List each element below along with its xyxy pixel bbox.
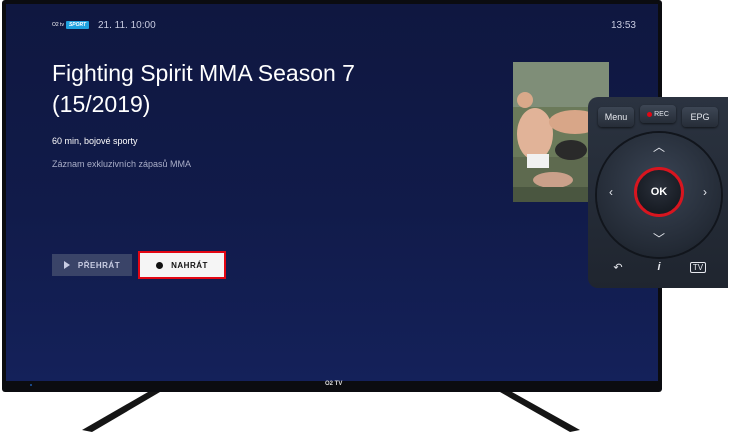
- remote-epg-button[interactable]: EPG: [682, 107, 718, 127]
- logo-sport: SPORT: [65, 21, 90, 29]
- remote-ok-button[interactable]: OK: [634, 167, 684, 217]
- program-title-line1: Fighting Spirit MMA Season 7: [52, 60, 355, 86]
- tv-brand-logo: O2 TV: [325, 381, 343, 387]
- tv-icon: TV: [689, 261, 707, 273]
- remote-rec-dot-icon: [647, 111, 653, 117]
- tv-frame: O2 tv SPORT 21. 11. 10:00 13:53 Fighting…: [2, 0, 662, 392]
- remote-back-button[interactable]: ↶: [604, 257, 632, 277]
- info-icon: i: [657, 261, 661, 273]
- record-button[interactable]: NAHRÁT: [138, 251, 226, 279]
- dpad-right-icon[interactable]: ›: [703, 186, 707, 198]
- record-button-label: NAHRÁT: [171, 260, 208, 270]
- back-arrow-icon: ↶: [613, 261, 623, 274]
- remote-rec-label: REC: [654, 110, 669, 118]
- play-icon: [63, 261, 70, 269]
- record-dot-icon: [156, 261, 164, 269]
- remote-control: Menu REC EPG ︿ ﹀ ‹ › OK ↶ i TV: [588, 97, 728, 288]
- program-title-line2: (15/2019): [52, 91, 151, 117]
- dpad-up-icon[interactable]: ︿: [653, 141, 665, 153]
- program-datetime: 21. 11. 10:00: [98, 20, 156, 31]
- remote-epg-label: EPG: [690, 112, 710, 122]
- program-title: Fighting Spirit MMA Season 7 (15/2019): [52, 58, 432, 120]
- remote-rec-button[interactable]: REC: [640, 105, 676, 123]
- remote-ok-label: OK: [650, 186, 668, 198]
- play-button-label: PŘEHRÁT: [77, 260, 121, 270]
- remote-menu-button[interactable]: Menu: [598, 107, 634, 127]
- dpad-left-icon[interactable]: ‹: [609, 186, 613, 198]
- tv-screen: O2 tv SPORT 21. 11. 10:00 13:53 Fighting…: [6, 4, 658, 381]
- channel-logo: O2 tv SPORT: [52, 20, 90, 30]
- program-description: Záznam exkluzivních zápasů MMA: [52, 159, 192, 169]
- logo-o2: O2 tv: [52, 22, 64, 28]
- dpad-down-icon[interactable]: ﹀: [653, 233, 665, 245]
- program-meta: 60 min, bojové sporty: [52, 136, 138, 146]
- remote-menu-label: Menu: [604, 112, 628, 122]
- remote-info-button[interactable]: i: [645, 257, 673, 277]
- power-led: [30, 384, 32, 386]
- remote-tv-button[interactable]: TV: [684, 257, 712, 277]
- remote-dpad[interactable]: ︿ ﹀ ‹ › OK: [597, 133, 721, 257]
- clock: 13:53: [610, 20, 636, 31]
- play-button[interactable]: PŘEHRÁT: [52, 254, 132, 276]
